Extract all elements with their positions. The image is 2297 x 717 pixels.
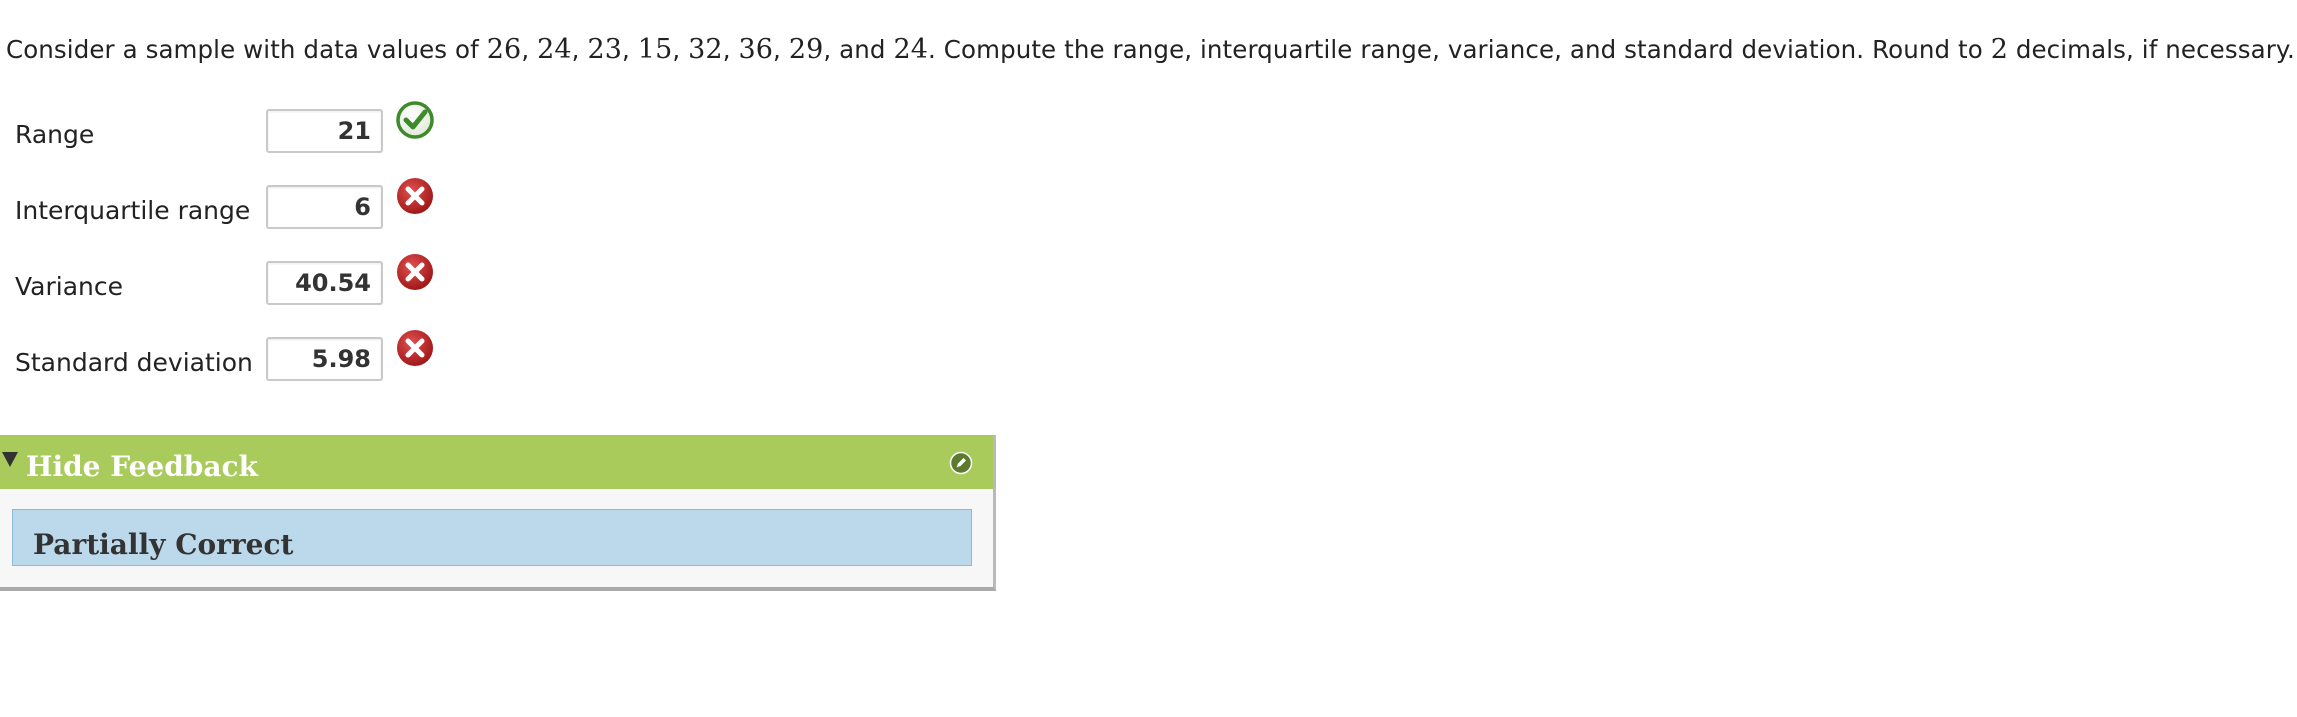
data-value: 23 [587, 34, 623, 65]
pencil-icon[interactable] [949, 451, 973, 475]
data-value: 36 [738, 34, 774, 65]
data-value: 26 [486, 34, 522, 65]
data-value: 24 [893, 34, 929, 65]
feedback-header[interactable]: Hide Feedback [0, 435, 993, 489]
variance-input[interactable] [266, 261, 383, 305]
data-value: 32 [688, 34, 723, 65]
result-box: Partially Correct [12, 509, 972, 566]
check-icon [396, 101, 434, 139]
question-text: Consider a sample with data values of 26… [6, 34, 2295, 65]
range-label: Range [15, 120, 95, 149]
hide-feedback-toggle[interactable]: Hide Feedback [26, 450, 258, 483]
standard-deviation-input[interactable] [266, 337, 383, 381]
variance-label: Variance [15, 272, 123, 301]
collapse-triangle-icon[interactable] [2, 452, 18, 467]
question-conjunction: and [839, 35, 886, 64]
x-icon [397, 330, 433, 366]
answer-row-standard-deviation: Standard deviation [0, 330, 460, 386]
interquartile-range-input[interactable] [266, 185, 383, 229]
answer-row-variance: Variance [0, 254, 460, 310]
question-intro: Consider a sample with data values of [6, 35, 487, 64]
standard-deviation-label: Standard deviation [15, 348, 253, 377]
feedback-panel: Hide Feedback Partially Correct [0, 435, 996, 591]
range-input[interactable] [266, 109, 383, 153]
question-suffix: decimals, if necessary. [2007, 35, 2295, 64]
result-text: Partially Correct [33, 528, 294, 561]
data-value: 15 [637, 34, 673, 65]
data-value: 29 [788, 34, 824, 65]
data-value: 24 [537, 34, 572, 65]
answer-row-range: Range [0, 101, 460, 158]
question-instruction: . Compute the range, interquartile range… [928, 35, 1991, 64]
x-icon [397, 254, 433, 290]
interquartile-range-label: Interquartile range [15, 196, 251, 225]
answer-row-interquartile-range: Interquartile range [0, 178, 460, 234]
x-icon [397, 178, 433, 214]
decimals-value: 2 [1990, 34, 2008, 65]
